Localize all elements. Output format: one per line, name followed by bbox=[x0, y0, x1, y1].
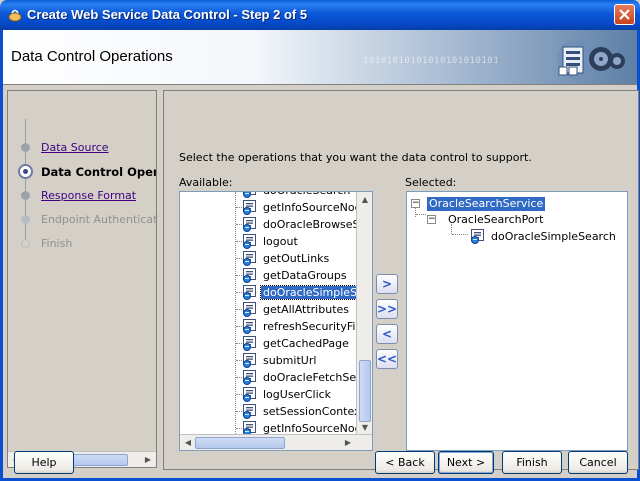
tree-connector bbox=[416, 214, 426, 215]
web-service-operation-icon bbox=[243, 319, 256, 334]
web-service-operation-icon bbox=[243, 200, 256, 215]
title-bar[interactable]: Create Web Service Data Control - Step 2… bbox=[0, 0, 640, 30]
web-service-operation-icon bbox=[471, 229, 484, 244]
train-step-label: Endpoint Authentication bbox=[41, 213, 156, 226]
double-chevron-right-icon: >> bbox=[377, 302, 398, 316]
move-button[interactable]: > bbox=[376, 274, 398, 294]
available-operation-label: getOutLinks bbox=[263, 252, 330, 265]
double-chevron-left-icon: << bbox=[377, 352, 398, 366]
banner-binary-pattern: 10101010101010101010101 bbox=[363, 56, 500, 66]
available-operation-label: getCachedPage bbox=[263, 337, 349, 350]
available-label: Available: bbox=[179, 176, 233, 189]
tree-node-label: OracleSearchPort bbox=[448, 213, 544, 226]
available-operation-label: submitUrl bbox=[263, 354, 317, 367]
next-button[interactable]: Next > bbox=[438, 451, 494, 474]
train-step-data-control-operations: Data Control Operations bbox=[8, 162, 156, 182]
available-operation-label: logout bbox=[263, 235, 298, 248]
train-step-label: Data Source bbox=[41, 141, 109, 154]
available-operation-label: getDataGroups bbox=[263, 269, 347, 282]
train-step-data-source[interactable]: Data Source bbox=[8, 138, 156, 158]
web-service-operation-icon bbox=[243, 302, 256, 317]
tree-node-label: doOracleSimpleSearch bbox=[491, 230, 616, 243]
web-service-operation-icon bbox=[243, 387, 256, 402]
remove-button[interactable]: < bbox=[376, 324, 398, 344]
step-indicator bbox=[21, 215, 30, 224]
scroll-thumb[interactable] bbox=[359, 360, 371, 422]
data-control-graphic-icon bbox=[557, 39, 625, 79]
step-indicator bbox=[21, 239, 30, 248]
train-step-label: Response Format bbox=[41, 189, 137, 202]
help-button-label: Help bbox=[31, 456, 57, 469]
train-step-label: Finish bbox=[41, 237, 73, 250]
close-button[interactable] bbox=[614, 4, 635, 25]
close-icon bbox=[619, 9, 630, 20]
scroll-left-icon[interactable]: ◀ bbox=[182, 437, 194, 449]
web-service-operation-icon bbox=[243, 370, 256, 385]
finish-button[interactable]: Finish bbox=[502, 451, 562, 474]
web-service-operation-icon bbox=[243, 251, 256, 266]
tree-connector bbox=[235, 192, 236, 436]
back-button-label: < Back bbox=[385, 456, 425, 469]
selected-operations-tree[interactable]: − OracleSearchService − OracleSearchPort bbox=[406, 191, 628, 451]
help-button[interactable]: Help bbox=[14, 451, 74, 474]
web-service-operation-icon bbox=[243, 192, 256, 198]
scroll-up-icon[interactable]: ▲ bbox=[359, 194, 371, 206]
web-service-operation-icon bbox=[243, 336, 256, 351]
tree-connector bbox=[415, 207, 416, 217]
selected-label: Selected: bbox=[405, 176, 457, 189]
available-operation-label: doOracleSearch bbox=[261, 192, 352, 197]
available-vertical-scrollbar[interactable]: ▲ ▼ bbox=[356, 192, 372, 436]
available-operation-label: getAllAttributes bbox=[263, 303, 350, 316]
collapse-icon[interactable]: − bbox=[427, 215, 436, 224]
remove-all-button[interactable]: << bbox=[376, 349, 398, 369]
chevron-left-icon: < bbox=[381, 327, 393, 341]
tree-connector bbox=[452, 234, 468, 235]
train-step-endpoint-authentication: Endpoint Authentication bbox=[8, 210, 156, 230]
available-operations-tree[interactable]: doOracleSearchgetInfoSourceNodesdoOracle… bbox=[179, 191, 373, 451]
web-service-operation-icon bbox=[243, 353, 256, 368]
train-step-label: Data Control Operations bbox=[41, 165, 156, 179]
finish-button-label: Finish bbox=[516, 456, 548, 469]
dialog-body: Data Control Operations 1010101010101010… bbox=[0, 30, 640, 481]
available-operation-label: setSessionContext bbox=[263, 405, 365, 418]
scroll-right-icon[interactable]: ▶ bbox=[342, 437, 354, 449]
next-button-label: Next > bbox=[446, 456, 486, 469]
jdeveloper-icon bbox=[8, 9, 22, 22]
step-indicator-current bbox=[18, 164, 33, 179]
instructions-text: Select the operations that you want the … bbox=[179, 151, 532, 164]
scroll-right-icon[interactable]: ▶ bbox=[142, 454, 154, 466]
tree-connector bbox=[451, 224, 452, 234]
wizard-train: Data Source Data Control Operations Resp… bbox=[7, 90, 157, 468]
content-panel: Select the operations that you want the … bbox=[163, 90, 639, 470]
web-service-operation-icon bbox=[243, 404, 256, 419]
back-button[interactable]: < Back bbox=[375, 451, 435, 474]
train-step-finish: Finish bbox=[8, 234, 156, 254]
header-banner: Data Control Operations 1010101010101010… bbox=[3, 30, 637, 85]
scroll-thumb[interactable] bbox=[195, 437, 285, 449]
train-steps: Data Source Data Control Operations Resp… bbox=[8, 91, 156, 441]
move-all-button[interactable]: >> bbox=[376, 299, 398, 319]
web-service-operation-icon bbox=[243, 217, 256, 232]
tree-node-label: OracleSearchService bbox=[427, 197, 546, 211]
chevron-right-icon: > bbox=[381, 277, 393, 291]
web-service-operation-icon bbox=[243, 234, 256, 249]
cancel-button-label: Cancel bbox=[579, 456, 617, 469]
web-service-operation-icon bbox=[243, 268, 256, 283]
step-indicator bbox=[21, 143, 30, 152]
scroll-down-icon[interactable]: ▼ bbox=[359, 422, 371, 434]
available-horizontal-scrollbar[interactable]: ◀ ▶ bbox=[180, 434, 372, 450]
web-service-operation-icon bbox=[243, 285, 256, 300]
available-operation-label: logUserClick bbox=[263, 388, 332, 401]
train-step-response-format[interactable]: Response Format bbox=[8, 186, 156, 206]
page-title: Data Control Operations bbox=[11, 48, 173, 65]
cancel-button[interactable]: Cancel bbox=[568, 451, 628, 474]
step-indicator bbox=[21, 191, 30, 200]
window-title: Create Web Service Data Control - Step 2… bbox=[27, 7, 308, 22]
